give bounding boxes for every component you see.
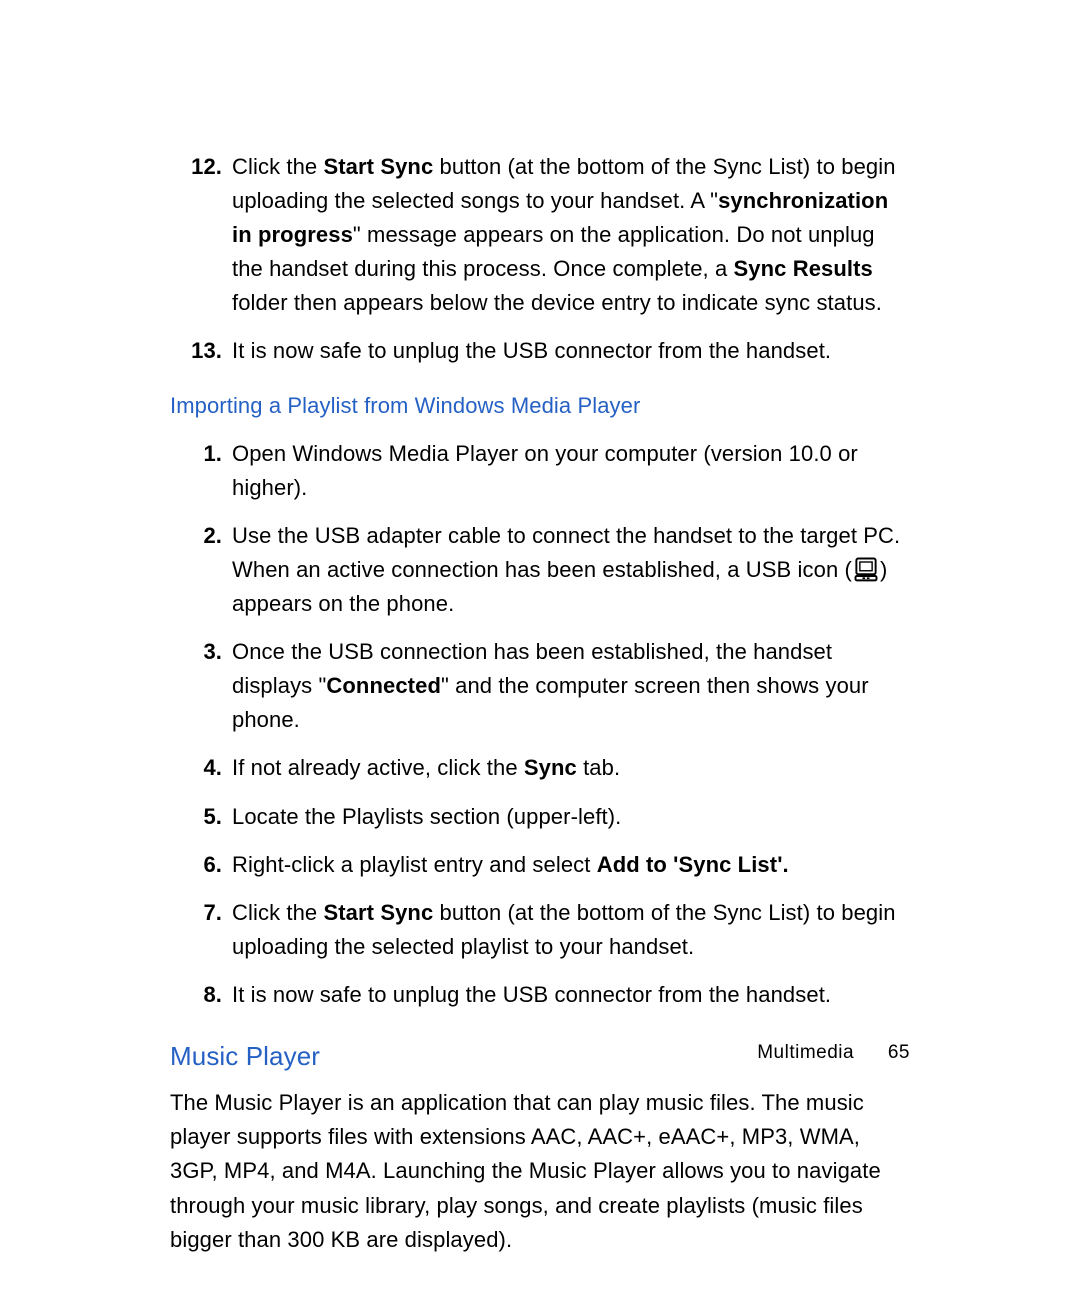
bold-text: Sync (524, 755, 577, 780)
text-run: Locate the Playlists section (upper-left… (232, 804, 621, 829)
step-body: Use the USB adapter cable to connect the… (232, 519, 910, 621)
footer-page-number: 65 (888, 1042, 910, 1063)
step-body: Click the Start Sync button (at the bott… (232, 896, 910, 964)
step-number: 5. (170, 800, 232, 834)
text-run: If not already active, click the (232, 755, 524, 780)
step-body: If not already active, click the Sync ta… (232, 751, 910, 785)
bold-text: Start Sync (323, 900, 433, 925)
bold-text: Connected (326, 673, 441, 698)
step-item: 8.It is now safe to unplug the USB conne… (170, 978, 910, 1012)
step-number: 6. (170, 848, 232, 882)
text-run: Use the USB adapter cable to connect the… (232, 523, 900, 582)
step-body: Open Windows Media Player on your comput… (232, 437, 910, 505)
step-item: 5.Locate the Playlists section (upper-le… (170, 800, 910, 834)
text-run: It is now safe to unplug the USB connect… (232, 338, 831, 363)
step-number: 13. (170, 334, 232, 368)
text-run: Click the (232, 154, 323, 179)
step-body: Right-click a playlist entry and select … (232, 848, 910, 882)
step-item: 12.Click the Start Sync button (at the b… (170, 150, 910, 320)
step-item: 4.If not already active, click the Sync … (170, 751, 910, 785)
step-item: 13.It is now safe to unplug the USB conn… (170, 334, 910, 368)
step-number: 7. (170, 896, 232, 930)
step-body: Locate the Playlists section (upper-left… (232, 800, 910, 834)
step-body: Once the USB connection has been establi… (232, 635, 910, 737)
text-run: It is now safe to unplug the USB connect… (232, 982, 831, 1007)
paragraph-music-player: The Music Player is an application that … (170, 1086, 910, 1256)
step-number: 8. (170, 978, 232, 1012)
step-number: 12. (170, 150, 232, 184)
step-item: 2.Use the USB adapter cable to connect t… (170, 519, 910, 621)
subheading-importing-playlist: Importing a Playlist from Windows Media … (170, 389, 910, 423)
footer-section: Multimedia (757, 1042, 854, 1063)
step-body: It is now safe to unplug the USB connect… (232, 334, 910, 368)
step-number: 1. (170, 437, 232, 471)
usb-icon (852, 555, 880, 583)
step-number: 4. (170, 751, 232, 785)
step-item: 6.Right-click a playlist entry and selec… (170, 848, 910, 882)
step-number: 3. (170, 635, 232, 669)
bold-text: Start Sync (323, 154, 433, 179)
text-run: folder then appears below the device ent… (232, 290, 882, 315)
step-body: Click the Start Sync button (at the bott… (232, 150, 910, 320)
step-body: It is now safe to unplug the USB connect… (232, 978, 910, 1012)
text-run: Right-click a playlist entry and select (232, 852, 597, 877)
step-item: 7.Click the Start Sync button (at the bo… (170, 896, 910, 964)
bold-text: Sync Results (734, 256, 873, 281)
step-item: 3.Once the USB connection has been estab… (170, 635, 910, 737)
document-page: 12.Click the Start Sync button (at the b… (0, 0, 1080, 1307)
bold-text: Add to 'Sync List'. (597, 852, 789, 877)
step-number: 2. (170, 519, 232, 553)
steps-list-b: 1.Open Windows Media Player on your comp… (170, 437, 910, 1012)
text-run: Click the (232, 900, 323, 925)
text-run: Open Windows Media Player on your comput… (232, 441, 858, 500)
step-item: 1.Open Windows Media Player on your comp… (170, 437, 910, 505)
page-footer: Multimedia 65 (757, 1038, 910, 1067)
text-run: tab. (577, 755, 620, 780)
steps-list-a: 12.Click the Start Sync button (at the b… (170, 150, 910, 369)
